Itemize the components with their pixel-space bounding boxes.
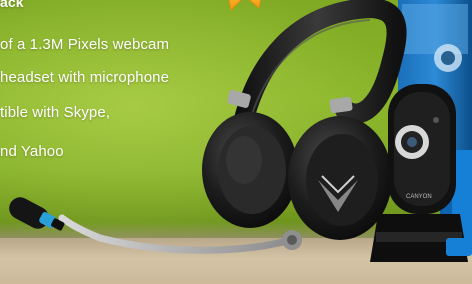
pack-heading: ack bbox=[0, 0, 24, 10]
microphone-icon bbox=[9, 197, 65, 231]
right-ear-cup bbox=[288, 116, 392, 240]
feature-line-skype: tible with Skype, bbox=[0, 104, 111, 121]
svg-text:CANYON: CANYON bbox=[406, 194, 432, 200]
left-ear-cup bbox=[202, 112, 298, 228]
feature-line-yahoo: nd Yahoo bbox=[0, 143, 64, 160]
product-banner: CANYON ack of a 1.3M Pixels webcam heads… bbox=[0, 0, 472, 284]
feature-line-headset: headset with microphone bbox=[0, 69, 170, 86]
feature-line-webcam: of a 1.3M Pixels webcam bbox=[0, 36, 170, 53]
